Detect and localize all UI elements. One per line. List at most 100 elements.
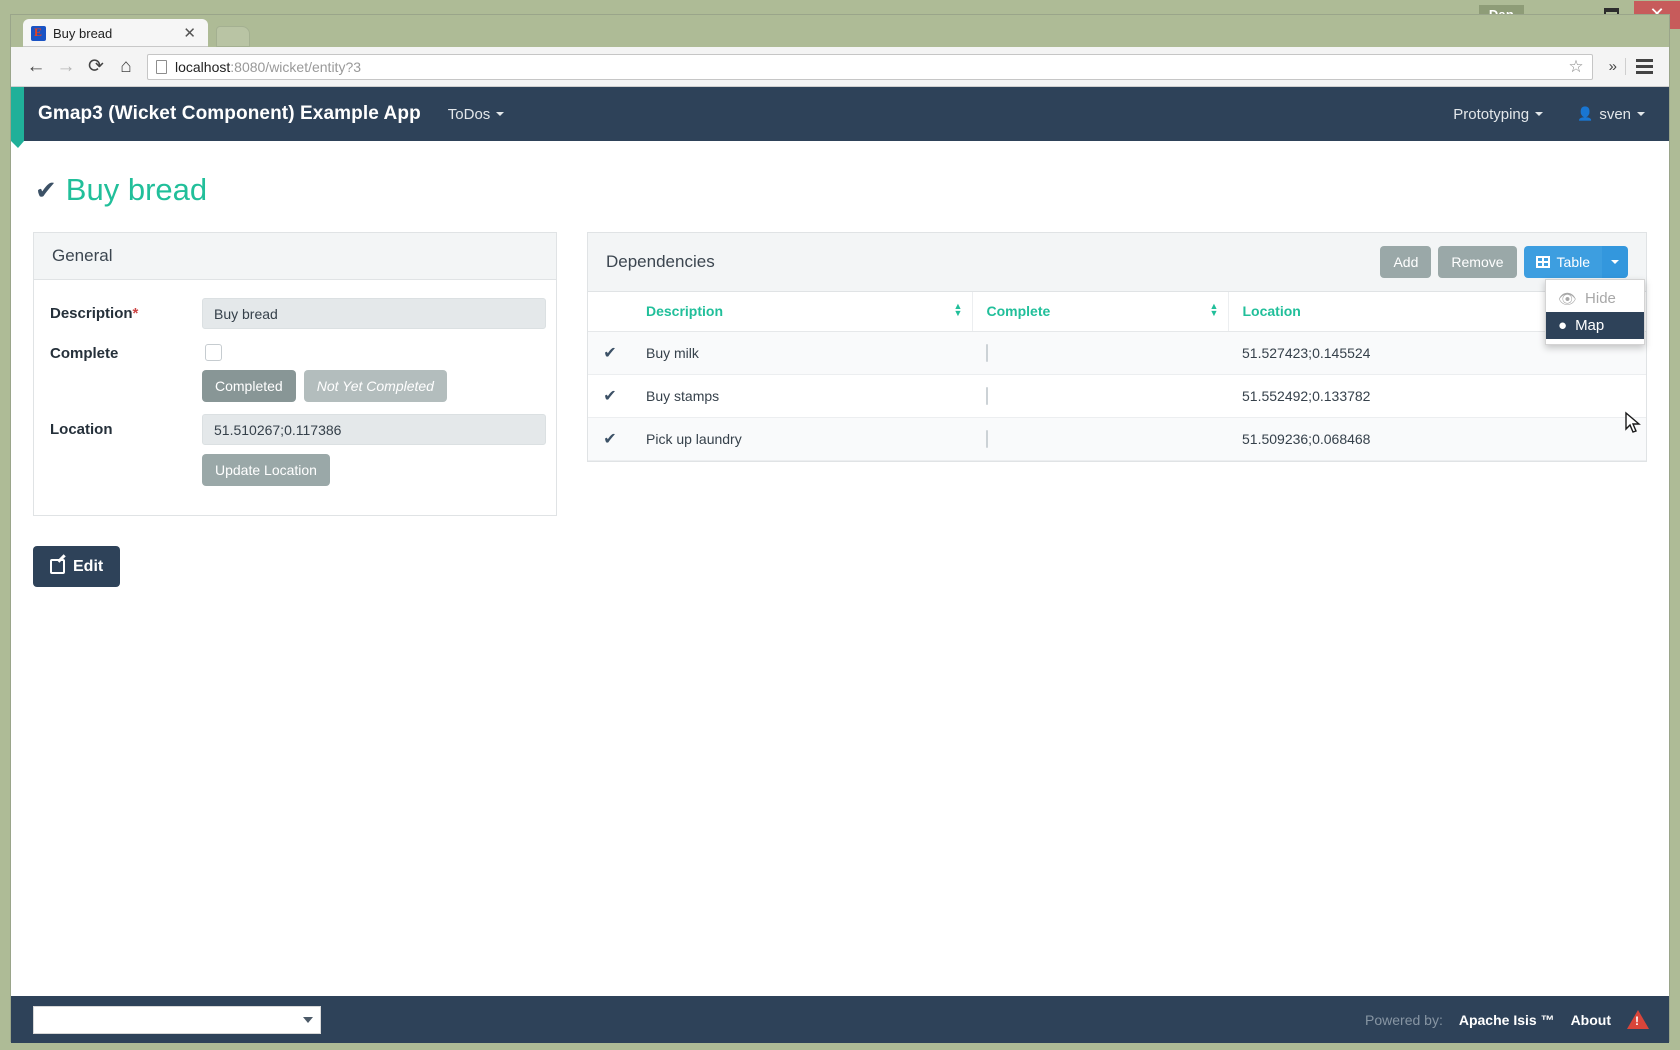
menu-item-hide-label: Hide — [1585, 290, 1616, 307]
browser-tabstrip: Buy bread ✕ — [11, 15, 1669, 47]
nav-item-prototyping[interactable]: Prototyping — [1453, 106, 1544, 123]
page-title: ✔ Buy bread — [35, 172, 1647, 208]
sort-icon[interactable]: ▲ ▼ — [1210, 302, 1219, 318]
browser-window: Buy bread ✕ ← → ⟳ ⌂ localhost:8080/wicke… — [10, 14, 1670, 1043]
map-pin-icon: ● — [1558, 317, 1568, 334]
app-brand[interactable]: Gmap3 (Wicket Component) Example App — [38, 103, 421, 125]
nav-item-todos[interactable]: ToDos — [448, 106, 505, 123]
menu-item-map[interactable]: ● Map — [1546, 312, 1644, 339]
pencil-icon — [50, 559, 65, 574]
chevron-down-icon — [303, 1016, 313, 1023]
complete-checkbox[interactable] — [205, 344, 222, 361]
table-view-label: Table — [1556, 254, 1590, 270]
remove-button[interactable]: Remove — [1438, 246, 1517, 278]
os-window: Dan ✕ Buy bread ✕ ← → ⟳ ⌂ localhost:8080… — [0, 0, 1680, 1050]
dependencies-panel: Dependencies Add Remove Table 👁 Hide ● M… — [587, 232, 1647, 462]
powered-by-label: Powered by: — [1365, 1011, 1443, 1028]
chevron-down-icon — [496, 112, 505, 116]
about-link[interactable]: About — [1571, 1012, 1611, 1028]
complete-label: Complete — [50, 345, 119, 362]
person-icon: 👤 — [1577, 106, 1594, 121]
row-complete-checkbox[interactable] — [986, 430, 988, 448]
warning-triangle-icon[interactable] — [1627, 1010, 1649, 1029]
add-button[interactable]: Add — [1380, 246, 1432, 278]
table-grid-icon — [1535, 256, 1550, 268]
tab-title: Buy bread — [53, 25, 113, 41]
home-icon[interactable]: ⌂ — [111, 52, 141, 82]
row-description: Buy stamps — [632, 374, 972, 418]
row-location: 51.509236;0.068468 — [1228, 417, 1646, 461]
row-select-check-icon[interactable]: ✔ — [588, 374, 632, 418]
page-viewport: Gmap3 (Wicket Component) Example App ToD… — [11, 87, 1669, 1043]
edit-button[interactable]: Edit — [33, 546, 121, 587]
not-yet-completed-button[interactable]: Not Yet Completed — [303, 370, 447, 402]
menu-item-map-label: Map — [1575, 317, 1605, 334]
app-navbar: Gmap3 (Wicket Component) Example App ToD… — [11, 87, 1669, 148]
view-dropdown-toggle[interactable] — [1602, 246, 1628, 278]
column-description-label: Description — [646, 303, 724, 319]
description-input[interactable]: Buy bread — [202, 298, 546, 329]
column-select — [588, 292, 632, 332]
table-row[interactable]: ✔ Pick up laundry 51.509236;0.068468 — [588, 417, 1646, 461]
row-select-check-icon[interactable]: ✔ — [588, 331, 632, 375]
field-description: Description* Buy bread — [50, 298, 546, 329]
sort-icon[interactable]: ▲ ▼ — [954, 302, 963, 318]
footer-select[interactable] — [33, 1005, 321, 1034]
description-label: Description* — [50, 298, 202, 322]
forward-icon: → — [56, 55, 76, 77]
navbar-accent-bar — [11, 87, 24, 148]
reload-icon[interactable]: ⟳ — [81, 52, 111, 82]
complete-control: Completed Not Yet Completed — [202, 338, 540, 402]
required-marker: * — [132, 305, 139, 322]
row-complete — [972, 374, 1228, 418]
table-body: ✔ Buy milk 51.527423;0.145524 ✔ Buy stamps 51… — [588, 331, 1646, 461]
tab-close-icon[interactable]: ✕ — [179, 24, 200, 42]
table-row[interactable]: ✔ Buy milk 51.527423;0.145524 — [588, 331, 1646, 375]
column-description[interactable]: Description ▲ ▼ — [632, 292, 973, 332]
browser-toolbar: ← → ⟳ ⌂ localhost:8080/wicket/entity?3 ☆… — [11, 47, 1669, 87]
edit-button-label: Edit — [73, 557, 104, 575]
url-bar[interactable]: localhost:8080/wicket/entity?3 ☆ — [147, 53, 1593, 80]
field-complete: Complete Completed Not Yet Completed — [50, 338, 540, 402]
location-control: 51.510267;0.117386 Update Location — [202, 414, 546, 486]
browser-tab[interactable]: Buy bread ✕ — [23, 19, 208, 47]
location-input[interactable]: 51.510267;0.117386 — [202, 414, 546, 445]
row-complete — [972, 331, 1228, 375]
field-location: Location 51.510267;0.117386 Update Locat… — [50, 414, 546, 486]
row-complete-checkbox[interactable] — [986, 344, 988, 362]
menu-item-hide[interactable]: 👁 Hide — [1546, 285, 1644, 312]
content-columns: General Description* Buy bread Complete … — [33, 232, 1647, 587]
table-row[interactable]: ✔ Buy stamps 51.552492;0.133782 — [588, 374, 1646, 418]
overflow-chevron-icon[interactable]: » — [1601, 58, 1626, 75]
back-icon[interactable]: ← — [21, 52, 51, 82]
app-footer: Powered by: Apache Isis ™ About — [11, 996, 1669, 1043]
dependencies-heading: Dependencies — [606, 252, 715, 271]
completed-button[interactable]: Completed — [202, 370, 296, 402]
product-link[interactable]: Apache Isis ™ — [1459, 1012, 1555, 1028]
table-head: Description ▲ ▼ Complete ▲ ▼ Location — [588, 292, 1646, 332]
row-select-check-icon[interactable]: ✔ — [588, 417, 632, 461]
eye-slash-icon: 👁 — [1558, 290, 1578, 308]
browser-menu-icon[interactable] — [1626, 59, 1659, 74]
dependencies-actions: Add Remove Table — [1380, 246, 1628, 278]
update-location-button[interactable]: Update Location — [202, 454, 330, 486]
page-title-text: Buy bread — [65, 172, 208, 207]
view-dropdown-menu: 👁 Hide ● Map — [1545, 279, 1645, 345]
mouse-cursor — [1625, 411, 1641, 433]
footer-right: Powered by: Apache Isis ™ About — [1365, 1010, 1649, 1029]
row-complete — [972, 417, 1228, 461]
page-content: ✔ Buy bread General Description* Buy bre… — [11, 172, 1669, 1043]
column-complete[interactable]: Complete ▲ ▼ — [972, 292, 1229, 332]
chevron-down-icon — [1611, 260, 1619, 264]
location-label: Location — [50, 421, 113, 438]
table-view-button[interactable]: Table — [1523, 246, 1602, 278]
new-tab-button[interactable] — [216, 26, 250, 47]
bookmark-star-icon[interactable]: ☆ — [1560, 57, 1583, 77]
description-label-text: Description — [50, 305, 133, 322]
nav-item-user[interactable]: 👤 sven — [1577, 106, 1645, 123]
favicon-icon — [31, 25, 46, 41]
navbar-right: Prototyping 👤 sven — [1426, 106, 1669, 123]
row-complete-checkbox[interactable] — [986, 387, 988, 405]
general-panel-body: Description* Buy bread Complete Complete… — [34, 280, 556, 515]
chevron-down-icon — [1535, 112, 1544, 116]
